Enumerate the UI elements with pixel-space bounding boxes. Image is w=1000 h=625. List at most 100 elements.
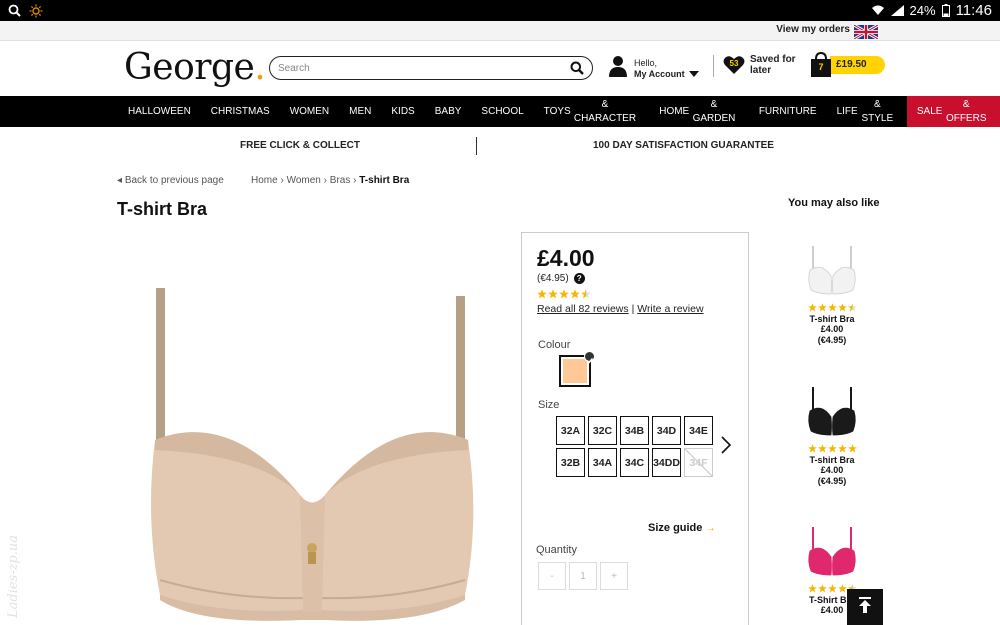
utility-bar: View my orders [0,21,1000,41]
nav-item-toys[interactable]: TOYS & CHARACTER [534,96,650,127]
saved-label-line2: later [750,65,772,76]
back-to-top-button[interactable] [847,589,883,625]
help-icon[interactable]: ? [573,273,585,284]
account-greeting: Hello, [634,57,658,68]
star-icon [807,444,817,453]
recommended-price: £4.00 [820,324,844,334]
recommended-product[interactable]: T-shirt Bra £4.00 (€4.95) [797,244,867,346]
nav-item-christmas[interactable]: CHRISTMAS [201,96,280,127]
signal-icon [890,5,904,16]
qty-decrease-button[interactable]: - [538,562,566,590]
product-price-euro: (€4.95) [537,273,569,284]
view-orders-link[interactable]: View my orders [776,24,850,35]
qty-value[interactable]: 1 [569,562,597,590]
star-icon [570,289,580,299]
battery-icon [941,4,950,17]
recommended-product-image[interactable] [802,525,862,580]
watermark: Ladies-zp.ua [6,534,21,618]
arrow-up-icon [858,596,872,618]
saved-count: 53 [729,59,739,68]
nav-item-halloween[interactable]: HALLOWEEN [118,96,201,127]
back-arrow-icon: ◂ [117,175,125,186]
chevron-right-icon[interactable] [720,435,732,455]
click-collect-promo[interactable]: FREE CLICK & COLLECT [240,140,360,151]
recommended-price-euro: (€4.95) [817,476,847,486]
uk-flag-icon[interactable] [853,23,879,41]
nav-item-home[interactable]: HOME & GARDEN [649,96,749,127]
size-option-34a[interactable]: 34A [588,448,617,477]
arrow-right-icon: → [705,523,716,534]
colour-swatch-nude[interactable] [559,351,595,387]
buy-box: £4.00 (€4.95)? Read all 82 reviews | Wri… [521,232,749,625]
search-bar [269,56,593,80]
saved-label-line1: Saved for [750,54,796,65]
basket-count: 7 [818,62,824,72]
basket-button[interactable]: 7 £19.50 [810,51,885,78]
nav-item-women[interactable]: WOMEN [280,96,339,127]
status-bar: 24% 11:46 [0,0,1000,21]
nav-item-kids[interactable]: KIDS [381,96,424,127]
breadcrumb-women[interactable]: Women [287,175,321,186]
heart-icon: 53 [723,55,745,75]
size-selector: 32A 32C 34B 34D 34E 32B 34A 34C 34DD 34F [556,416,713,477]
brightness-icon [29,4,43,18]
promo-divider [476,137,477,155]
star-icon [827,444,837,453]
size-option-34dd[interactable]: 34DD [652,448,681,477]
nav-item-sale[interactable]: SALE & OFFERS [906,96,1000,127]
product-price: £4.00 [537,245,595,271]
star-icon [537,289,547,299]
star-icon [807,303,817,312]
rating-stars [537,289,591,299]
nav-item-furniture[interactable]: FURNITURE [749,96,827,127]
star-icon [827,303,837,312]
account-menu[interactable]: Hello, My Account [609,55,699,82]
size-option-34b[interactable]: 34B [620,416,649,445]
breadcrumb: Home › Women › Bras › T-shirt Bra [251,175,410,186]
search-input[interactable] [278,62,570,74]
star-icon [817,444,827,453]
star-icon [837,303,847,312]
recommended-rating [797,303,867,312]
star-icon [807,584,817,593]
back-link[interactable]: ◂ Back to previous page [117,175,224,186]
star-icon [837,584,847,593]
check-icon [584,351,595,364]
satisfaction-promo[interactable]: 100 DAY SATISFACTION GUARANTEE [593,140,774,151]
size-option-32a[interactable]: 32A [556,416,585,445]
breadcrumb-bras[interactable]: Bras [330,175,351,186]
size-option-34e[interactable]: 34E [684,416,713,445]
recommended-product-image[interactable] [802,385,862,440]
size-option-34c[interactable]: 34C [620,448,649,477]
search-icon[interactable] [8,4,21,17]
george-logo[interactable]: George. [124,47,266,88]
star-icon [581,289,591,299]
size-option-32b[interactable]: 32B [556,448,585,477]
star-icon [847,444,857,453]
product-image[interactable] [140,280,485,625]
nav-item-baby[interactable]: BABY [425,96,472,127]
write-review-link[interactable]: Write a review [637,303,703,315]
size-option-34d[interactable]: 34D [652,416,681,445]
star-icon [847,303,857,312]
qty-increase-button[interactable]: + [600,562,628,590]
recommended-name: T-shirt Bra [809,314,855,324]
breadcrumb-current: T-shirt Bra [359,175,410,186]
size-guide-link[interactable]: Size guide → [648,522,715,534]
nav-item-life[interactable]: LIFE & STYLE [827,96,907,127]
recommended-product-image[interactable] [802,244,862,299]
size-option-34f: 34F [684,448,713,477]
star-icon [817,303,827,312]
star-icon [548,289,558,299]
size-option-32c[interactable]: 32C [588,416,617,445]
quantity-stepper: - 1 + [538,562,628,590]
basket-total: £19.50 [830,56,885,74]
search-icon[interactable] [570,61,584,75]
nav-item-men[interactable]: MEN [339,96,381,127]
nav-item-school[interactable]: SCHOOL [471,96,533,127]
read-reviews-link[interactable]: Read all 82 reviews [537,303,629,315]
star-icon [817,584,827,593]
saved-for-later[interactable]: 53 Saved for later [723,54,796,76]
recommended-product[interactable]: T-shirt Bra £4.00 (€4.95) [797,385,867,487]
breadcrumb-home[interactable]: Home [251,175,278,186]
